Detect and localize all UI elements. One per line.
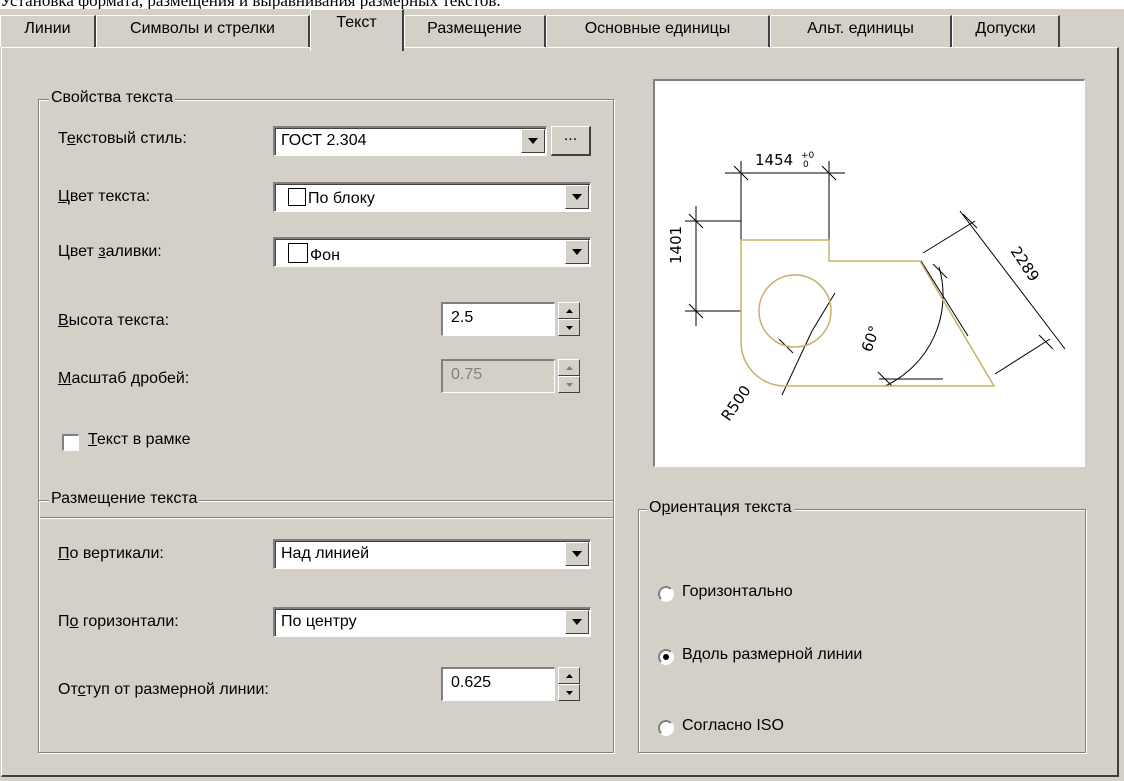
orientation-along-line-label: Вдоль размерной линии: [682, 646, 863, 663]
text-color-value: По блоку: [308, 190, 375, 207]
fill-color-label: Цвет заливки:: [58, 243, 162, 260]
fill-color-select[interactable]: Фон: [273, 237, 591, 267]
horizontal-position-label: По горизонтали:: [58, 613, 179, 630]
tab-strip: Линии Символы и стрелки Текст Размещение…: [0, 9, 1124, 51]
dim-right-text: 2289: [1007, 243, 1043, 285]
spin-up-icon[interactable]: [558, 302, 580, 319]
offset-label: Отступ от размерной линии:: [58, 681, 269, 698]
tab-page-text: Свойства текста Текстовый стиль: ГОСТ 2.…: [1, 47, 1119, 777]
orientation-iso-label: Согласно ISO: [682, 717, 784, 734]
chevron-down-icon[interactable]: [565, 185, 589, 209]
text-height-label: Высота текста:: [58, 312, 170, 329]
text-color-label: Цвет текста:: [58, 188, 151, 205]
tab-symbols-arrows[interactable]: Символы и стрелки: [96, 15, 310, 47]
tab-primary-units[interactable]: Основные единицы: [546, 15, 770, 47]
offset-input[interactable]: 0.625: [441, 667, 555, 701]
spin-down-icon[interactable]: [558, 319, 580, 336]
dimension-style-dialog: Линии Символы и стрелки Текст Размещение…: [0, 9, 1124, 781]
dim-angle-text: 60°: [858, 323, 884, 354]
fill-color-value: Фон: [310, 247, 340, 264]
spin-down-icon[interactable]: [558, 376, 580, 393]
text-height-spinner[interactable]: [558, 302, 580, 336]
spin-up-icon[interactable]: [558, 359, 580, 376]
chevron-down-icon[interactable]: [521, 129, 545, 153]
group-title: Свойства текста: [49, 89, 175, 107]
fraction-scale-spinner[interactable]: [558, 359, 580, 393]
orientation-iso-radio[interactable]: [658, 720, 674, 736]
chevron-down-icon[interactable]: [565, 610, 589, 634]
text-style-label: Текстовый стиль:: [58, 130, 187, 147]
preview-drawing: 1454 +0 0 1401 2289 60° R500: [667, 151, 1066, 424]
tab-alt-units[interactable]: Альт. единицы: [770, 15, 952, 47]
radio-selected-icon: [663, 654, 669, 660]
text-style-browse-button[interactable]: ...: [551, 126, 591, 156]
horizontal-position-select[interactable]: По центру: [273, 607, 591, 637]
tab-lines[interactable]: Линии: [0, 15, 96, 47]
color-swatch-icon: [288, 243, 308, 263]
orientation-horizontal-radio[interactable]: [658, 586, 674, 602]
text-color-select[interactable]: По блоку: [273, 182, 591, 212]
offset-spinner[interactable]: [558, 667, 580, 701]
svg-text:0: 0: [803, 160, 809, 170]
group-title: Ориентация текста: [647, 499, 794, 517]
color-swatch-icon: [288, 188, 306, 206]
text-style-value: ГОСТ 2.304: [281, 132, 367, 149]
tab-tolerances[interactable]: Допуски: [952, 15, 1060, 47]
orientation-horizontal-label: Горизонтально: [682, 583, 793, 600]
group-title: Размещение текста: [49, 490, 200, 508]
vertical-position-label: По вертикали:: [58, 545, 164, 562]
preview-shape: [740, 239, 996, 387]
tab-text[interactable]: Текст: [310, 9, 404, 51]
spin-down-icon[interactable]: [558, 684, 580, 701]
dim-top-text: 1454: [755, 151, 793, 169]
fraction-scale-label: Масштаб дробей:: [58, 370, 190, 387]
dim-left-text: 1401: [667, 226, 685, 264]
text-frame-checkbox[interactable]: [62, 434, 79, 451]
chevron-down-icon[interactable]: [565, 240, 589, 264]
dim-radius-text: R500: [718, 382, 755, 424]
spin-up-icon[interactable]: [558, 667, 580, 684]
text-height-input[interactable]: 2.5: [441, 302, 555, 336]
dimension-preview: 1454 +0 0 1401 2289 60° R500: [653, 79, 1085, 467]
chevron-down-icon[interactable]: [565, 542, 589, 566]
tab-placement[interactable]: Размещение: [404, 15, 546, 47]
text-frame-label: Текст в рамке: [88, 431, 191, 448]
text-style-select[interactable]: ГОСТ 2.304: [273, 126, 547, 156]
orientation-along-line-radio[interactable]: [658, 649, 674, 665]
fraction-scale-input[interactable]: 0.75: [441, 359, 555, 393]
vertical-position-select[interactable]: Над линией: [273, 539, 591, 569]
